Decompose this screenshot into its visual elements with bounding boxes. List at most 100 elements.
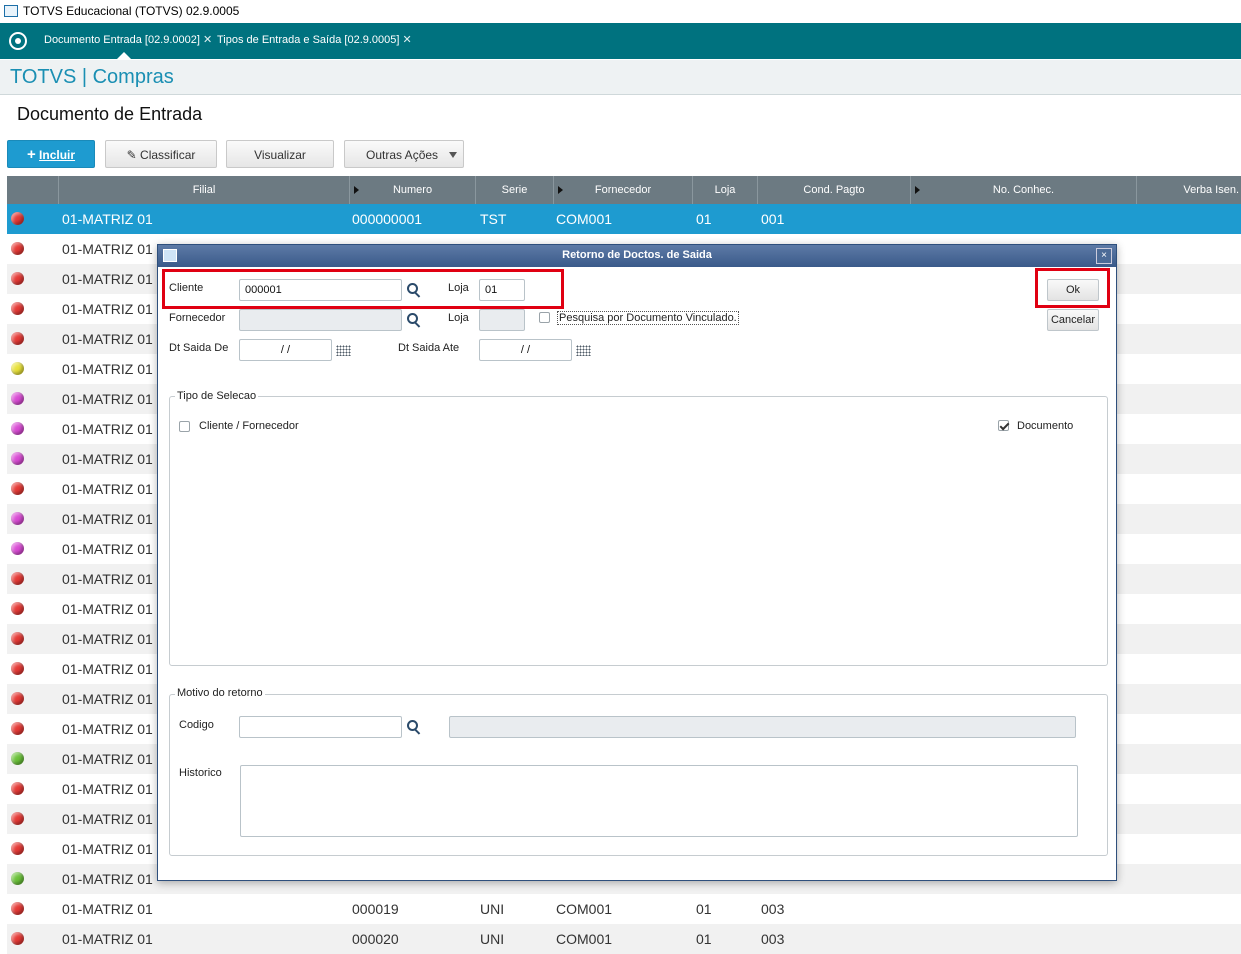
search-icon[interactable] — [407, 720, 421, 734]
status-indicator-icon — [11, 212, 24, 225]
cell-cond: 003 — [761, 901, 785, 917]
column-label: Fornecedor — [594, 184, 652, 196]
close-icon[interactable]: ✕ — [203, 34, 212, 46]
cell-filial: 01-MATRIZ 01 — [62, 481, 153, 497]
column-label: Serie — [501, 184, 528, 196]
dt-saida-ate-input[interactable]: / / — [479, 339, 572, 361]
cell-fornecedor: COM001 — [556, 211, 613, 227]
table-row[interactable]: 01-MATRIZ 01 000000001 TST COM001 01 001 — [7, 204, 1241, 234]
status-indicator-icon — [11, 932, 24, 945]
cell-loja: 01 — [696, 211, 712, 227]
search-icon[interactable] — [407, 313, 421, 327]
cell-fornecedor: COM001 — [556, 901, 613, 917]
cell-numero: 000020 — [352, 931, 399, 947]
status-indicator-icon — [11, 362, 24, 375]
column-header-loja[interactable]: Loja — [692, 176, 757, 204]
cell-filial: 01-MATRIZ 01 — [62, 601, 153, 617]
loja2-input[interactable] — [479, 309, 525, 331]
classificar-label: Classificar — [140, 148, 196, 162]
fornecedor-label: Fornecedor — [169, 312, 226, 324]
incluir-button[interactable]: + Incluir — [7, 140, 95, 168]
outras-acoes-button[interactable]: Outras Ações — [344, 140, 464, 168]
cell-loja: 01 — [696, 931, 712, 947]
fornecedor-input[interactable] — [239, 309, 402, 331]
chevron-down-icon — [449, 152, 457, 158]
window-title: TOTVS Educacional (TOTVS) 02.9.0005 — [23, 4, 240, 18]
status-indicator-icon — [11, 692, 24, 705]
status-indicator-icon — [11, 242, 24, 255]
pesquisa-vinculado-label[interactable]: Pesquisa por Documento Vinculado. — [557, 311, 739, 325]
visualizar-button[interactable]: Visualizar — [226, 140, 334, 168]
table-row[interactable]: 01-MATRIZ 01 000020 UNI COM001 01 003 — [7, 924, 1241, 954]
calendar-icon[interactable] — [336, 345, 351, 356]
outras-acoes-label: Outras Ações — [366, 148, 439, 162]
status-indicator-icon — [11, 872, 24, 885]
column-header-filial[interactable]: Filial — [58, 176, 349, 204]
cell-cond: 001 — [761, 211, 785, 227]
close-icon[interactable]: × — [1096, 248, 1112, 264]
cell-filial: 01-MATRIZ 01 — [62, 721, 153, 737]
status-indicator-icon — [11, 782, 24, 795]
sort-arrow-icon — [915, 186, 920, 194]
codigo-input[interactable] — [239, 716, 402, 738]
cell-serie: TST — [480, 211, 507, 227]
module-title: TOTVS | Compras — [10, 66, 174, 88]
cell-filial: 01-MATRIZ 01 — [62, 871, 153, 887]
window-title-bar: TOTVS Educacional (TOTVS) 02.9.0005 — [0, 0, 1241, 24]
column-header-serie[interactable]: Serie — [475, 176, 553, 204]
calendar-icon[interactable] — [576, 345, 591, 356]
status-indicator-icon — [11, 842, 24, 855]
historico-textarea[interactable] — [240, 765, 1078, 837]
motivo-retorno-title: Motivo do retorno — [175, 687, 265, 699]
plus-icon: + — [26, 146, 36, 163]
cell-filial: 01-MATRIZ 01 — [62, 301, 153, 317]
status-indicator-icon — [11, 812, 24, 825]
cell-filial: 01-MATRIZ 01 — [62, 751, 153, 767]
cell-filial: 01-MATRIZ 01 — [62, 571, 153, 587]
column-header-cond-pagto[interactable]: Cond. Pagto — [757, 176, 910, 204]
column-header-verba-isen[interactable]: Verba Isen. — [1136, 176, 1241, 204]
classificar-button[interactable]: ✎ Classificar — [105, 140, 217, 168]
cell-filial: 01-MATRIZ 01 — [62, 511, 153, 527]
column-label: Loja — [714, 184, 736, 196]
cliente-fornecedor-checkbox[interactable] — [179, 421, 190, 432]
tipo-selecao-group — [169, 396, 1108, 666]
status-indicator-icon — [11, 902, 24, 915]
tab-tipos-entrada-saida[interactable]: Tipos de Entrada e Saída [02.9.0005] ✕ — [217, 33, 412, 46]
highlight-box-cliente — [162, 269, 564, 309]
column-label: Filial — [192, 184, 216, 196]
column-header-no-conhec[interactable]: No. Conhec. — [910, 176, 1136, 204]
historico-label: Historico — [179, 767, 222, 779]
cell-filial: 01-MATRIZ 01 — [62, 781, 153, 797]
totvs-logo-icon[interactable] — [9, 32, 27, 50]
close-icon[interactable]: ✕ — [402, 34, 411, 46]
tab-documento-entrada[interactable]: Documento Entrada [02.9.0002] ✕ — [44, 33, 212, 46]
cell-filial: 01-MATRIZ 01 — [62, 841, 153, 857]
codigo-description-field — [449, 716, 1076, 738]
dialog-title-bar: Retorno de Doctos. de Saida × — [158, 245, 1116, 267]
cell-filial: 01-MATRIZ 01 — [62, 451, 153, 467]
pesquisa-vinculado-checkbox[interactable] — [539, 312, 550, 323]
table-row[interactable]: 01-MATRIZ 01 000019 UNI COM001 01 003 — [7, 894, 1241, 924]
documento-checkbox[interactable] — [998, 420, 1009, 431]
status-indicator-icon — [11, 572, 24, 585]
cell-filial: 01-MATRIZ 01 — [62, 241, 153, 257]
status-indicator-icon — [11, 602, 24, 615]
status-indicator-icon — [11, 662, 24, 675]
status-indicator-icon — [11, 392, 24, 405]
module-header: TOTVS | Compras — [0, 60, 1241, 95]
retorno-doctos-dialog: Retorno de Doctos. de Saida × Cliente 00… — [157, 244, 1117, 881]
cell-filial: 01-MATRIZ 01 — [62, 391, 153, 407]
column-header-fornecedor[interactable]: Fornecedor — [553, 176, 692, 204]
tab-bar: Documento Entrada [02.9.0002] ✕ Tipos de … — [0, 23, 1241, 59]
highlight-box-ok — [1035, 268, 1110, 308]
column-header-numero[interactable]: Numero — [349, 176, 475, 204]
status-indicator-icon — [11, 512, 24, 525]
dt-saida-de-input[interactable]: / / — [239, 339, 332, 361]
cell-numero: 000000001 — [352, 211, 423, 227]
cell-loja: 01 — [696, 901, 712, 917]
cell-numero: 000019 — [352, 901, 399, 917]
status-indicator-icon — [11, 722, 24, 735]
cancelar-button[interactable]: Cancelar — [1047, 309, 1099, 331]
app-icon — [4, 5, 18, 17]
